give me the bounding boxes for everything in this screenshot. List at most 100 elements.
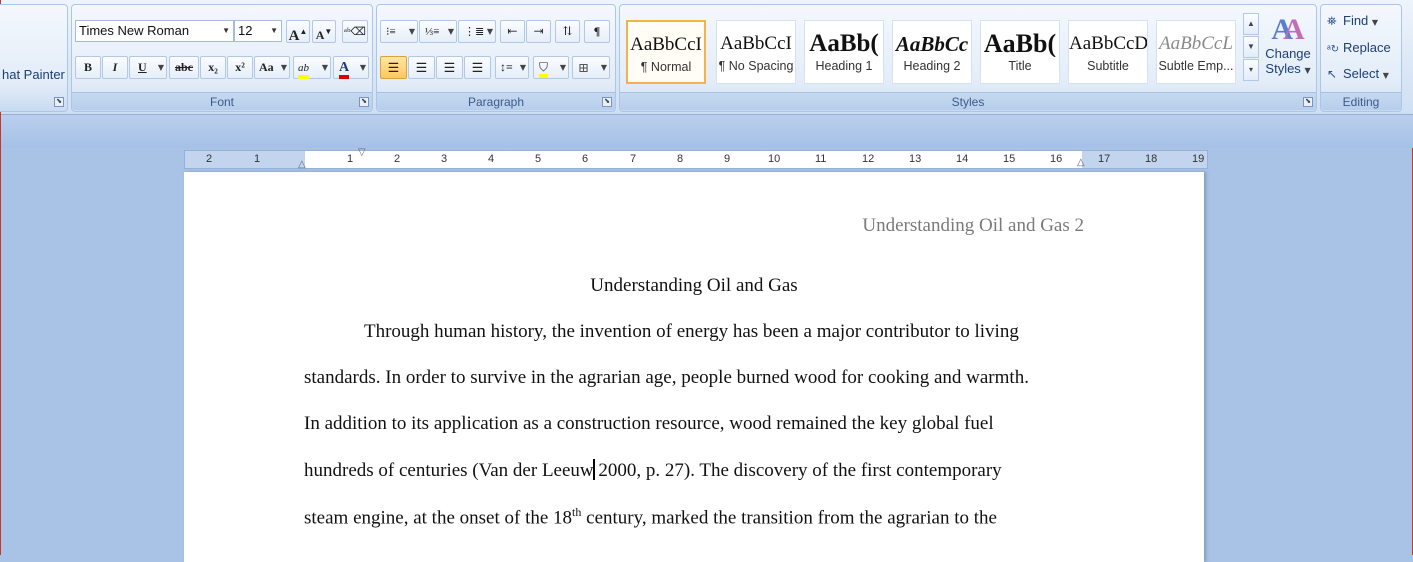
- replace-icon: ᵃ↻: [1327, 44, 1340, 55]
- style-subtle-emphasis[interactable]: AaBbCcL Subtle Emp...: [1156, 20, 1236, 84]
- show-marks-button[interactable]: ¶: [584, 20, 610, 43]
- line-text: hundreds of centuries (Van der Leeuw: [304, 460, 594, 481]
- ruler-number: 3: [441, 153, 448, 165]
- font-dialog-launcher-icon[interactable]: ⬊: [359, 97, 369, 107]
- shrink-font-button[interactable]: A▼: [312, 20, 336, 43]
- change-case-button[interactable]: Aa ▼: [254, 56, 290, 79]
- style-normal[interactable]: AaBbCcI ¶ Normal: [626, 20, 706, 84]
- chevron-down-icon: ▼: [408, 27, 415, 36]
- change-case-icon: Aa: [259, 60, 274, 74]
- style-name: Heading 2: [903, 59, 961, 73]
- highlight-button[interactable]: ab ▼: [293, 56, 331, 79]
- clipboard-launcher-icon[interactable]: ⬊: [54, 97, 64, 107]
- subscript-icon: x₂: [208, 60, 218, 74]
- style-heading-2[interactable]: AaBbCc Heading 2: [892, 20, 972, 84]
- gallery-more-icon[interactable]: ▾: [1243, 59, 1259, 81]
- borders-icon: ⊞: [578, 60, 589, 75]
- underline-button[interactable]: U ▼: [129, 56, 167, 79]
- right-indent-marker-icon[interactable]: △: [1077, 157, 1085, 168]
- chevron-down-icon: ▼: [600, 63, 607, 72]
- style-sample: AaBbCcI: [720, 33, 792, 54]
- strikethrough-icon: abc: [175, 60, 193, 74]
- left-indent-marker-icon[interactable]: △: [298, 159, 306, 170]
- superscript-button[interactable]: x²: [227, 56, 253, 79]
- chevron-down-icon: ▼: [559, 63, 566, 72]
- horizontal-ruler[interactable]: 2 1 1 2 3 4 5 6 7 8 9 10 11 12 13 14 15 …: [184, 147, 1208, 170]
- style-title[interactable]: AaBb( Title: [980, 20, 1060, 84]
- paragraph-line: Through human history, the invention of …: [364, 321, 1019, 342]
- font-color-button[interactable]: A ▼: [333, 56, 369, 79]
- cursor-arrow-icon: ↖: [1327, 67, 1338, 81]
- select-button[interactable]: ↖ Select ▼: [1327, 66, 1389, 81]
- replace-button[interactable]: ᵃ↻ Replace: [1327, 40, 1391, 55]
- italic-button[interactable]: I: [102, 56, 128, 79]
- ruler-number: 1: [347, 153, 354, 165]
- ruler-number: 13: [909, 153, 922, 165]
- chevron-down-icon: ▼: [1304, 66, 1311, 75]
- shading-button[interactable]: ⛉ ▼: [533, 56, 569, 79]
- decrease-indent-icon: ⇤: [507, 24, 518, 38]
- bold-button[interactable]: B: [75, 56, 101, 79]
- paint-bucket-icon: ⛉: [539, 61, 549, 78]
- align-center-button[interactable]: ☰: [408, 56, 435, 79]
- change-styles-button[interactable]: AA Change Styles ▼: [1263, 14, 1313, 90]
- style-subtitle[interactable]: AaBbCcD Subtitle: [1068, 20, 1148, 84]
- ruler-number: 7: [630, 153, 637, 165]
- document-title: Understanding Oil and Gas: [590, 275, 798, 296]
- gallery-up-icon[interactable]: ▲: [1243, 13, 1259, 35]
- chevron-down-icon: ▼: [1371, 18, 1379, 27]
- multilevel-list-button[interactable]: ⋮≣ ▼: [458, 20, 496, 43]
- increase-indent-button[interactable]: ⇥: [526, 20, 551, 43]
- ruler-number: 9: [724, 153, 731, 165]
- pilcrow-icon: ¶: [593, 24, 601, 38]
- subscript-button[interactable]: x₂: [200, 56, 226, 79]
- numbering-button[interactable]: ⅓≡ ▼: [419, 20, 457, 43]
- chevron-down-icon: ▼: [486, 27, 493, 36]
- bullets-button[interactable]: ⁝≡ ▼: [380, 20, 418, 43]
- paragraph-line: hundreds of centuries (Van der Leeuw 200…: [304, 459, 1002, 482]
- grow-font-button[interactable]: A▲: [286, 20, 310, 44]
- align-right-button[interactable]: ☰: [436, 56, 463, 79]
- line-text: century, marked the transition from the …: [581, 507, 997, 529]
- clear-formatting-button[interactable]: ᵃᵇ⌫: [342, 20, 368, 43]
- gallery-down-icon[interactable]: ▼: [1243, 36, 1259, 58]
- document-page[interactable]: Understanding Oil and Gas 2 Understandin…: [184, 172, 1204, 562]
- font-group-label: Font: [72, 92, 372, 110]
- justify-button[interactable]: ☰: [464, 56, 491, 79]
- grow-font-icon: A: [288, 28, 300, 44]
- sort-button[interactable]: ⇅: [555, 20, 580, 43]
- style-heading-1[interactable]: AaBb( Heading 1: [804, 20, 884, 84]
- binoculars-icon: ⛯: [1327, 14, 1337, 28]
- find-button[interactable]: ⛯ Find ▼: [1327, 13, 1378, 29]
- line-spacing-button[interactable]: ↕≡ ▼: [495, 56, 529, 79]
- styles-dialog-launcher-icon[interactable]: ⬊: [1303, 97, 1313, 107]
- ruler-number: 16: [1050, 153, 1063, 165]
- line-text: steam engine, at the onset of the 18: [304, 507, 573, 529]
- decrease-indent-button[interactable]: ⇤: [500, 20, 525, 43]
- ribbon-separator: [1, 115, 1413, 148]
- paragraph-dialog-launcher-icon[interactable]: ⬊: [602, 97, 612, 107]
- borders-button[interactable]: ⊞ ▼: [572, 56, 610, 79]
- superscript-icon: x²: [235, 60, 245, 74]
- chevron-down-icon: ▼: [270, 26, 278, 35]
- chevron-down-icon: ▼: [280, 63, 287, 72]
- ruler-number: 19: [1192, 153, 1205, 165]
- ruler-number: 2: [206, 153, 213, 165]
- align-left-button[interactable]: ☰: [380, 56, 407, 79]
- style-sample: AaBbCc: [895, 32, 969, 56]
- find-label: Find: [1343, 13, 1369, 28]
- style-no-spacing[interactable]: AaBbCcI ¶ No Spacing: [716, 20, 796, 84]
- ruler-number: 14: [956, 153, 969, 165]
- style-name: ¶ No Spacing: [718, 59, 794, 73]
- font-size-combo[interactable]: 12 ▼: [234, 20, 282, 42]
- first-line-indent-marker-icon[interactable]: ▽: [358, 147, 366, 158]
- change-styles-icon: AA: [1271, 13, 1305, 46]
- paragraph-line: In addition to its application as a cons…: [304, 413, 994, 434]
- format-painter-button[interactable]: hat Painter: [2, 67, 65, 82]
- replace-label: Replace: [1343, 40, 1391, 55]
- ruler-number: 1: [254, 153, 261, 165]
- change-styles-label-2: Styles: [1265, 61, 1301, 76]
- font-name-combo[interactable]: Times New Roman ▼: [75, 20, 234, 42]
- strikethrough-button[interactable]: abc: [169, 56, 199, 79]
- increase-indent-icon: ⇥: [533, 24, 544, 38]
